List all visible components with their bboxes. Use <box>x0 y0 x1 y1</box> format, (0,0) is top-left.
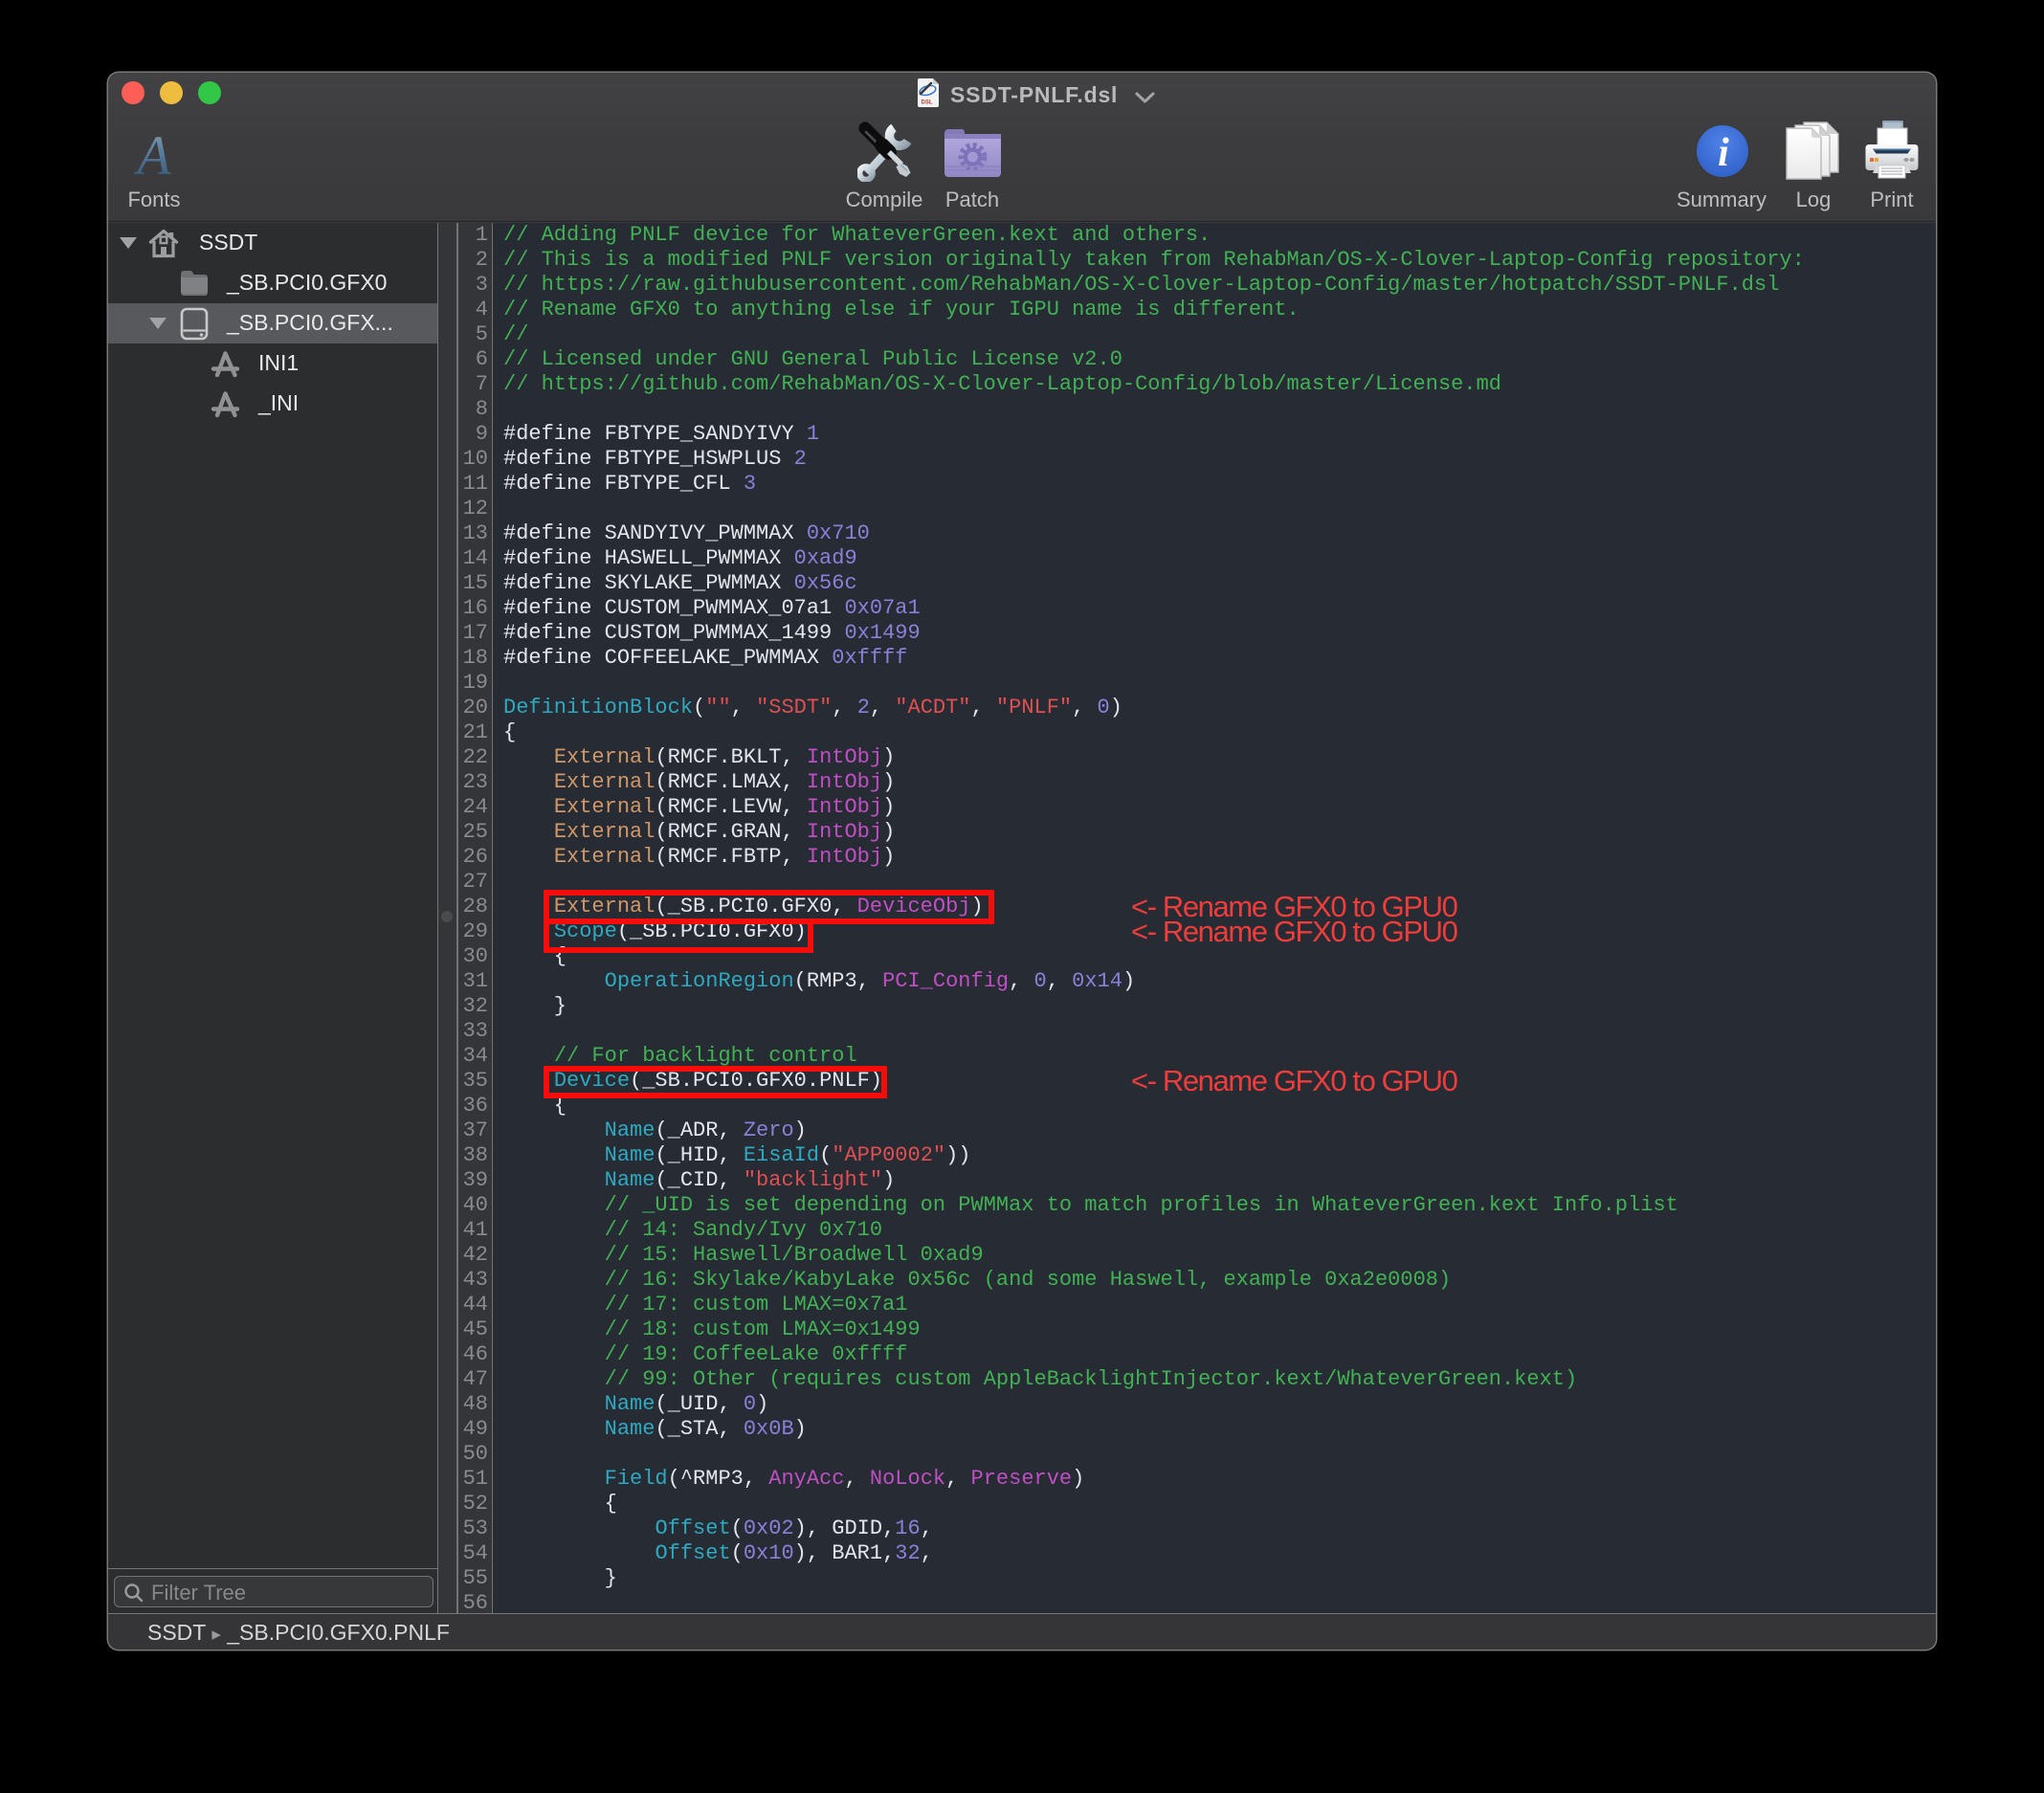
svg-text:DSL: DSL <box>922 100 933 106</box>
svg-text:A: A <box>133 126 171 182</box>
svg-text:i: i <box>1718 131 1729 175</box>
